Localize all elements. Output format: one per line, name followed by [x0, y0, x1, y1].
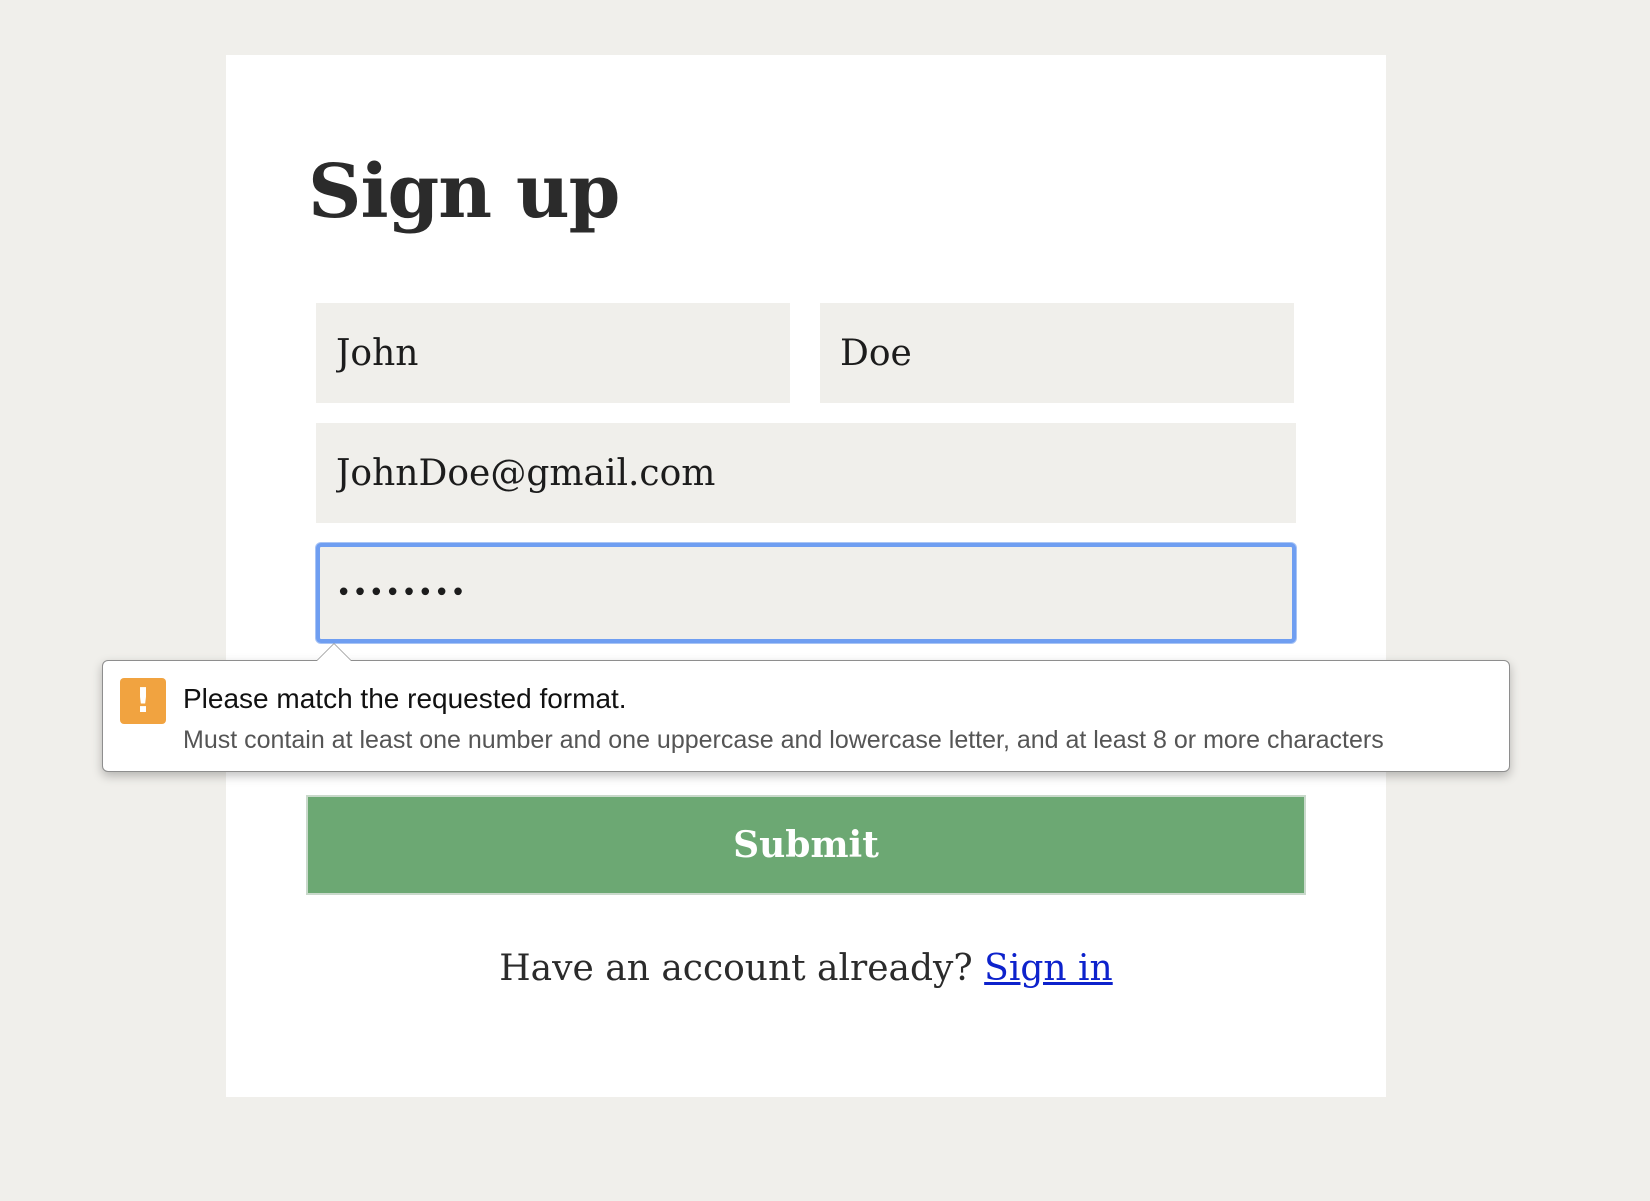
last-name-input[interactable] [820, 303, 1294, 403]
password-input[interactable] [316, 543, 1296, 643]
first-name-input[interactable] [316, 303, 790, 403]
validation-detail: Must contain at least one number and one… [183, 726, 1384, 754]
validation-tooltip: ! Please match the requested format. Mus… [102, 643, 1510, 772]
page-title: Sign up [308, 149, 620, 235]
email-input[interactable] [316, 423, 1296, 523]
tooltip-arrow [316, 643, 352, 661]
signin-prompt-row: Have an account already? Sign in [226, 948, 1386, 989]
signin-prompt: Have an account already? [499, 948, 973, 989]
validation-message: Please match the requested format. [183, 683, 627, 714]
warning-icon: ! [120, 678, 166, 724]
sign-in-link[interactable]: Sign in [984, 948, 1113, 989]
submit-button[interactable]: Submit [306, 795, 1306, 895]
